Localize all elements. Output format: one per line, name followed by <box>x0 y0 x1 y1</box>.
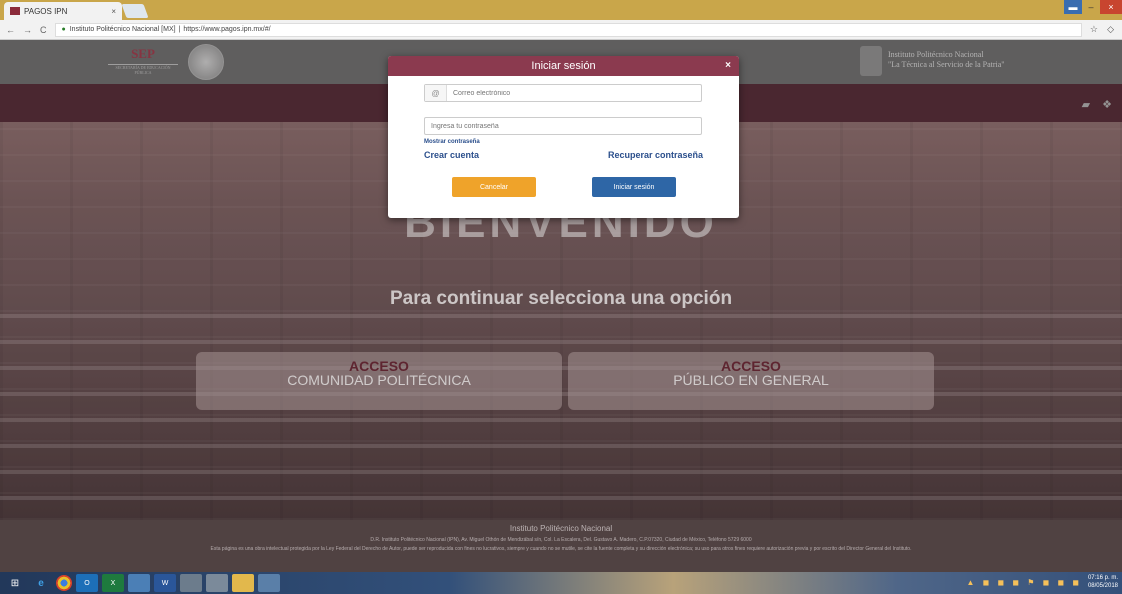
url-text: https://www.pagos.ipn.mx/#/ <box>183 26 271 33</box>
app-icon[interactable] <box>180 574 202 592</box>
app-icon[interactable] <box>206 574 228 592</box>
excel-icon[interactable]: X <box>102 574 124 592</box>
url-site-name: Instituto Politécnico Nacional [MX] <box>69 26 176 33</box>
chrome-icon[interactable] <box>56 575 72 591</box>
clock-time: 07:16 p. m. <box>1087 575 1118 581</box>
favicon-icon <box>10 7 20 15</box>
login-button[interactable]: Iniciar sesión <box>592 177 676 197</box>
show-password-link[interactable]: Mostrar contraseña <box>424 139 480 145</box>
folder-icon[interactable] <box>232 574 254 592</box>
taskbar: ⊞ e O X W ▲ ◼ ◼ ◼ ⚑ ◼ ◼ ◼ 07:16 p. m. 08… <box>0 572 1122 594</box>
ie-icon[interactable]: e <box>30 574 52 592</box>
email-icon: @ <box>425 85 447 101</box>
login-modal: Iniciar sesión × @ Mostrar contraseña Cr… <box>388 56 739 218</box>
browser-tab-strip: PAGOS IPN × ▬ – × <box>0 0 1122 20</box>
url-separator: | <box>178 26 181 33</box>
outlook-icon[interactable]: O <box>76 574 98 592</box>
page-content: SEP SECRETARÍA DE EDUCACIÓN PÚBLICA Inst… <box>0 40 1122 572</box>
tray-icons[interactable]: ▲ ◼ ◼ ◼ ⚑ ◼ ◼ ◼ <box>967 578 1083 587</box>
modal-header: Iniciar sesión × <box>388 56 739 76</box>
window-controls: ▬ – × <box>1064 0 1122 14</box>
tab-close-icon[interactable]: × <box>111 7 116 16</box>
close-window-button[interactable]: × <box>1100 0 1122 14</box>
clock[interactable]: 07:16 p. m. 08/05/2018 <box>1088 574 1118 590</box>
new-tab-button[interactable] <box>121 4 149 18</box>
start-icon[interactable]: ⊞ <box>4 574 26 592</box>
word-icon[interactable]: W <box>154 574 176 592</box>
clock-date: 08/05/2018 <box>1087 583 1118 589</box>
tab-title: PAGOS IPN <box>24 6 68 16</box>
box-icon[interactable] <box>258 574 280 592</box>
password-field[interactable] <box>424 117 702 135</box>
lock-icon: ● <box>61 26 66 33</box>
forward-button[interactable]: → <box>23 25 32 35</box>
email-field[interactable]: @ <box>424 84 702 102</box>
cancel-button[interactable]: Cancelar <box>452 177 536 197</box>
url-input[interactable]: ● Instituto Politécnico Nacional [MX] | … <box>54 22 1082 37</box>
password-input[interactable] <box>425 122 665 130</box>
recover-password-link[interactable]: Recuperar contraseña <box>608 150 703 160</box>
extension-icon[interactable]: ◇ <box>1107 24 1114 35</box>
reload-button[interactable]: C <box>40 25 47 35</box>
modal-title: Iniciar sesión <box>531 60 596 72</box>
browser-tab[interactable]: PAGOS IPN × <box>4 2 122 20</box>
close-icon[interactable]: × <box>725 56 731 76</box>
address-bar: ← → C ● Instituto Politécnico Nacional [… <box>0 20 1122 40</box>
back-button[interactable]: ← <box>6 25 15 35</box>
create-account-link[interactable]: Crear cuenta <box>424 150 479 160</box>
email-input[interactable] <box>447 89 687 97</box>
file-icon[interactable] <box>128 574 150 592</box>
bookmark-star-icon[interactable]: ☆ <box>1090 24 1098 35</box>
minimize-button[interactable]: ▬ <box>1064 0 1082 14</box>
maximize-button[interactable]: – <box>1082 0 1100 14</box>
